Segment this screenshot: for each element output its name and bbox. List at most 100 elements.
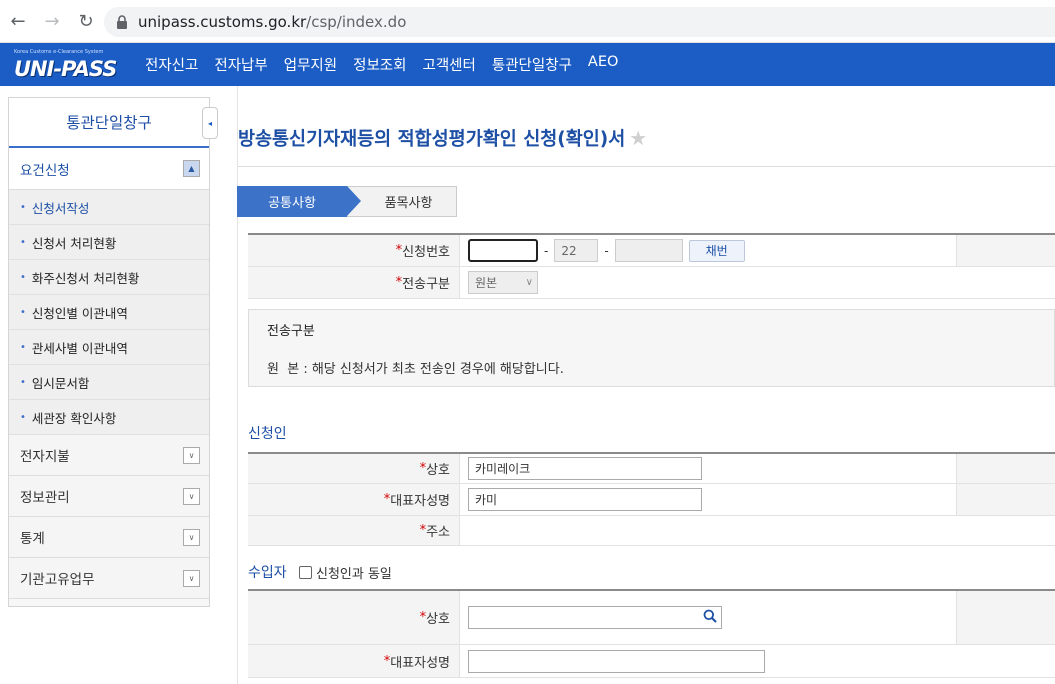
field-label: * 신청번호 [248, 235, 460, 266]
applicant-representative-input[interactable]: 카미 [468, 488, 702, 511]
field-label: * 대표자성명 [248, 645, 460, 677]
collapse-up-icon[interactable]: ▲ [183, 160, 200, 177]
bullet-icon: • [20, 341, 26, 353]
field-label: * 대표자성명 [248, 484, 460, 515]
tab-items[interactable]: 품목사항 [347, 186, 457, 217]
label-text: 대표자성명 [390, 494, 450, 509]
chevron-down-icon[interactable]: ∨ [183, 446, 200, 464]
application-number-row: * 신청번호 - 22 - 채번 [248, 233, 1055, 267]
transmission-type-row: * 전송구분 원본 ∨ [248, 267, 1055, 299]
sidebar-item-customs-confirmation[interactable]: • 세관장 확인사항 [9, 400, 209, 435]
same-as-applicant-checkbox[interactable] [299, 566, 312, 579]
sidebar-group-e-payment[interactable]: 전자지불 ∨ [9, 435, 209, 476]
sidebar-item-application-status[interactable]: • 신청서 처리현황 [9, 225, 209, 260]
label-text: 주소 [426, 525, 450, 540]
transmission-type-select[interactable]: 원본 ∨ [468, 271, 538, 294]
page-title-text: 방송통신기자재등의 적합성평가확인 신청(확인)서 [238, 129, 626, 150]
sidebar-item-label: 화주신청서 처리현황 [31, 270, 140, 286]
menu-item-electronic-report[interactable]: 전자신고 [145, 54, 198, 75]
bullet-icon: • [20, 411, 26, 423]
field-value [460, 591, 956, 644]
sidebar-item-label: 임시문서함 [31, 375, 90, 391]
tab-common[interactable]: 공통사항 [237, 186, 361, 217]
field-value: 카미 [460, 484, 956, 515]
sidebar-item-label: 관세사별 이관내역 [31, 340, 128, 356]
label-text: 상호 [426, 463, 450, 478]
importer-representative-input[interactable] [468, 649, 765, 673]
form-tabs: 공통사항 품목사항 [237, 186, 457, 217]
transmission-info-box: 전송구분 원 본 : 해당 신청서가 최초 전송인 경우에 해당합니다. [248, 309, 1055, 387]
sidebar-item-owner-application-status[interactable]: • 화주신청서 처리현황 [9, 260, 209, 295]
reload-icon[interactable]: ↻ [69, 4, 103, 38]
menu-item-customer-center[interactable]: 고객센터 [423, 54, 476, 75]
sidebar: 통관단일창구 ◂ 요건신청 ▲ • 신청서작성 • 신청서 처리현황 • 화주신청서 … [8, 97, 218, 607]
applicant-company-input[interactable]: 카미레이크 [468, 457, 702, 480]
sidebar-collapse-button[interactable]: ◂ [202, 107, 218, 139]
top-navigation: Korea Customs e-Clearance System UNI-PAS… [0, 43, 1055, 86]
sidebar-group-label: 기관고유업무 [20, 572, 95, 588]
favorite-star-icon[interactable]: ★ [629, 126, 647, 150]
field-value: 원본 ∨ [460, 267, 1055, 298]
field-label: * 상호 [248, 591, 460, 644]
address-bar[interactable]: unipass.customs.go.kr /csp/index.do [104, 7, 1055, 37]
row-tail [956, 591, 1055, 644]
chevron-down-icon[interactable]: ∨ [183, 569, 200, 587]
same-as-applicant-label[interactable]: 신청인과 동일 [316, 563, 392, 582]
separator: - [544, 243, 549, 258]
sidebar-group-agency-tasks[interactable]: 기관고유업무 ∨ [9, 558, 209, 599]
application-number-field-3[interactable] [614, 239, 683, 262]
sidebar-item-label: 신청서작성 [31, 200, 90, 216]
sidebar-item-transfer-by-applicant[interactable]: • 신청인별 이관내역 [9, 295, 209, 330]
row-tail [956, 484, 1055, 515]
menu-item-single-window[interactable]: 통관단일창구 [492, 54, 572, 75]
assign-number-button[interactable]: 채번 [688, 239, 745, 262]
sidebar-group-info-management[interactable]: 정보관리 ∨ [9, 476, 209, 517]
section-applicant: 신청인 [248, 426, 287, 442]
field-value [460, 516, 1055, 545]
field-label: * 주소 [248, 516, 460, 545]
field-value: - 22 - 채번 [460, 235, 956, 266]
sidebar-item-transfer-by-broker[interactable]: • 관세사별 이관내역 [9, 330, 209, 365]
row-tail [956, 454, 1055, 483]
label-text: 상호 [426, 612, 450, 627]
bullet-icon: • [20, 271, 26, 283]
forward-icon[interactable]: → [35, 4, 69, 38]
sidebar-item-label: 세관장 확인사항 [31, 410, 117, 426]
application-number-field-2[interactable]: 22 [554, 239, 599, 262]
bullet-icon: • [20, 376, 26, 388]
back-icon[interactable]: ← [1, 4, 35, 38]
menu-item-info-lookup[interactable]: 정보조회 [353, 54, 406, 75]
logo-subtitle: Korea Customs e-Clearance System [14, 49, 104, 55]
menu-item-aeo[interactable]: AEO [588, 54, 619, 75]
menu-item-business-support[interactable]: 업무지원 [284, 54, 337, 75]
sidebar-item-temp-documents[interactable]: • 임시문서함 [9, 365, 209, 400]
row-tail [956, 235, 1055, 266]
sidebar-item-label: 신청서 처리현황 [31, 235, 117, 251]
chevron-down-icon[interactable]: ∨ [183, 528, 200, 546]
url-domain: unipass.customs.go.kr [138, 13, 307, 31]
unipass-logo[interactable]: Korea Customs e-Clearance System UNI-PAS… [0, 43, 130, 86]
application-number-field-1[interactable] [468, 239, 538, 262]
sidebar-group-statistics[interactable]: 통계 ∨ [9, 517, 209, 558]
search-icon[interactable] [703, 609, 717, 626]
bullet-icon: • [20, 236, 26, 248]
importer-company-input[interactable] [468, 606, 722, 629]
bullet-icon: • [20, 201, 26, 213]
label-text: 대표자성명 [390, 655, 450, 671]
chevron-down-icon: ∨ [525, 277, 533, 288]
label-text: 전송구분 [402, 277, 450, 292]
importer-representative-row: * 대표자성명 [248, 645, 1055, 678]
info-text: 원 본 : 해당 신청서가 최초 전송인 경우에 해당합니다. [267, 362, 564, 377]
applicant-address-row: * 주소 [248, 516, 1055, 546]
importer-company-row: * 상호 [248, 589, 1055, 645]
menu-item-electronic-payment[interactable]: 전자납부 [214, 54, 267, 75]
applicant-company-row: * 상호 카미레이크 [248, 452, 1055, 484]
chevron-down-icon[interactable]: ∨ [183, 487, 200, 505]
field-label: * 전송구분 [248, 267, 460, 298]
sidebar-group-requirement[interactable]: 요건신청 ▲ [9, 148, 209, 190]
title-divider [238, 166, 1055, 167]
sidebar-item-write-application[interactable]: • 신청서작성 [9, 190, 209, 225]
lock-icon [116, 15, 128, 29]
applicant-representative-row: * 대표자성명 카미 [248, 484, 1055, 516]
content-divider [237, 86, 238, 684]
